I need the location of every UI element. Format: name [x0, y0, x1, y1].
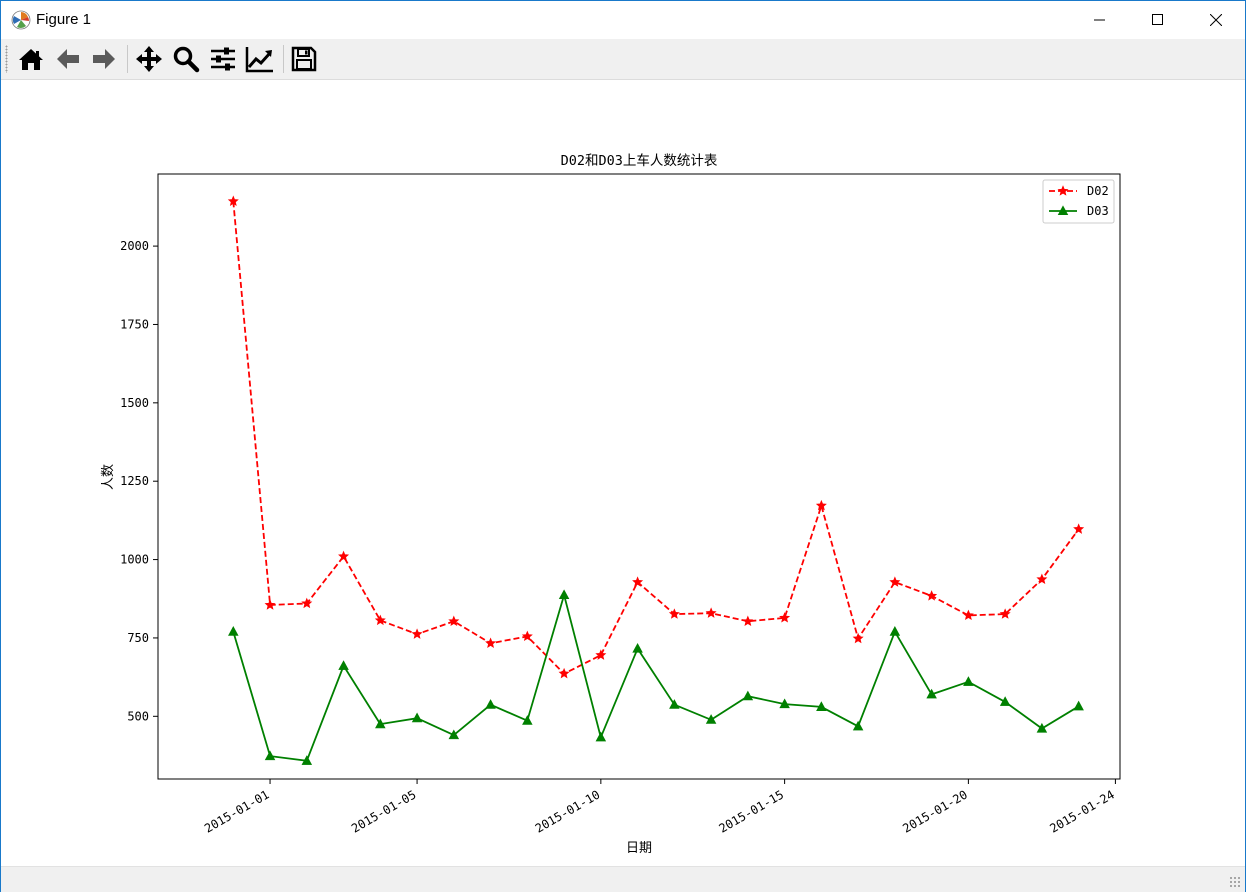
minimize-button[interactable] — [1071, 1, 1129, 39]
data-point-D02 — [485, 637, 497, 648]
data-point-D03 — [264, 750, 276, 761]
home-button[interactable] — [15, 43, 47, 75]
navigation-toolbar — [1, 39, 1245, 80]
status-bar — [1, 866, 1245, 892]
data-point-D03 — [595, 731, 607, 742]
y-tick-label: 1500 — [120, 396, 149, 410]
series-D02 — [227, 195, 1085, 679]
configure-subplots-icon — [211, 47, 235, 71]
data-point-D02 — [705, 607, 717, 618]
x-tick-label: 2015-01-24 — [1047, 787, 1117, 835]
y-tick-label: 750 — [127, 631, 149, 645]
window-title: Figure 1 — [36, 11, 92, 28]
data-point-D03 — [485, 699, 496, 709]
x-tick-label: 2015-01-05 — [349, 787, 419, 835]
data-point-D02 — [595, 649, 607, 660]
data-point-D03 — [228, 626, 239, 636]
data-point-D03 — [338, 660, 349, 670]
data-point-D03 — [632, 642, 643, 653]
data-point-D03 — [1036, 722, 1048, 733]
pan-button[interactable] — [133, 43, 165, 75]
data-point-D03 — [963, 676, 974, 686]
data-point-D02 — [411, 628, 423, 639]
close-icon — [1210, 14, 1222, 26]
legend-label-D03: D03 — [1087, 204, 1109, 218]
x-tick-label: 2015-01-01 — [202, 787, 272, 835]
save-button[interactable] — [288, 43, 320, 75]
data-point-D02 — [374, 614, 386, 626]
legend: D02D03 — [1042, 179, 1115, 224]
figure-window: Figure 1 D02和D03上车人数统计表 2015-01-01 2015-… — [0, 0, 1246, 892]
data-point-D02 — [889, 576, 901, 587]
y-axis-label: 人数 — [101, 464, 116, 490]
back-button[interactable] — [52, 43, 84, 75]
maximize-icon — [1152, 14, 1163, 25]
data-point-D02 — [1073, 523, 1085, 534]
x-tick-label: 2015-01-10 — [533, 787, 603, 835]
data-point-D02 — [558, 667, 570, 679]
maximize-button[interactable] — [1129, 1, 1187, 39]
title-bar: Figure 1 — [1, 1, 1245, 39]
axes-frame — [157, 173, 1121, 780]
y-tick-label: 1750 — [120, 317, 149, 331]
forward-arrow-icon — [93, 49, 115, 69]
x-axis-label: 日期 — [626, 841, 652, 856]
configure-subplots-button[interactable] — [207, 43, 239, 75]
chart-title: D02和D03上车人数统计表 — [561, 152, 718, 169]
plot-canvas[interactable]: D02和D03上车人数统计表 2015-01-01 2015-01-05 2015-… — [1, 80, 1245, 866]
data-point-D03 — [742, 690, 754, 701]
x-axis: 2015-01-01 2015-01-05 2015-01-10 2015-01-15… — [202, 779, 1117, 836]
data-point-D02 — [852, 632, 864, 644]
data-point-D03 — [852, 720, 864, 731]
series-D03 — [228, 589, 1084, 765]
line-chart: D02和D03上车人数统计表 2015-01-01 2015-01-05 2015-… — [101, 152, 1121, 856]
close-button[interactable] — [1187, 1, 1245, 39]
toolbar-separator — [127, 45, 128, 73]
data-point-D02 — [962, 609, 974, 621]
zoom-button[interactable] — [170, 43, 202, 75]
y-tick-label: 1000 — [120, 553, 149, 567]
pan-move-icon — [136, 46, 162, 72]
x-tick-label: 2015-01-15 — [717, 787, 787, 835]
y-tick-label: 500 — [127, 709, 149, 723]
x-tick-label: 2015-01-20 — [900, 787, 970, 835]
data-point-D03 — [411, 712, 423, 723]
home-icon — [19, 49, 43, 70]
y-axis: 500 750 1000 1250 1500 1750 2000 — [120, 239, 158, 723]
edit-axis-curves-icon — [245, 47, 273, 73]
forward-button[interactable] — [88, 43, 120, 75]
series-line-D02 — [232, 201, 1080, 675]
y-tick-label: 1250 — [120, 474, 149, 488]
data-point-D02 — [668, 608, 680, 619]
resize-grip[interactable] — [1229, 876, 1241, 888]
minimize-icon — [1094, 19, 1105, 21]
data-point-D02 — [742, 615, 754, 627]
toolbar-separator — [283, 45, 284, 73]
series-layer — [227, 195, 1085, 765]
data-point-D03 — [999, 696, 1011, 706]
zoom-magnifier-icon — [173, 46, 200, 73]
data-point-D03 — [1073, 700, 1084, 711]
save-floppy-icon — [291, 46, 317, 72]
data-point-D02 — [338, 550, 350, 562]
edit-axis-button[interactable] — [244, 43, 276, 75]
y-tick-label: 2000 — [120, 239, 149, 253]
data-point-D02 — [779, 612, 791, 623]
series-line-D03 — [232, 591, 1080, 762]
matplotlib-app-icon — [11, 10, 31, 30]
back-arrow-icon — [57, 49, 79, 69]
data-point-D02 — [301, 597, 313, 609]
data-point-D03 — [558, 589, 570, 600]
data-point-D02 — [264, 599, 276, 610]
toolbar-grip[interactable] — [5, 45, 8, 73]
data-point-D02 — [1036, 573, 1048, 584]
legend-label-D02: D02 — [1087, 184, 1109, 198]
data-point-D03 — [889, 626, 901, 636]
